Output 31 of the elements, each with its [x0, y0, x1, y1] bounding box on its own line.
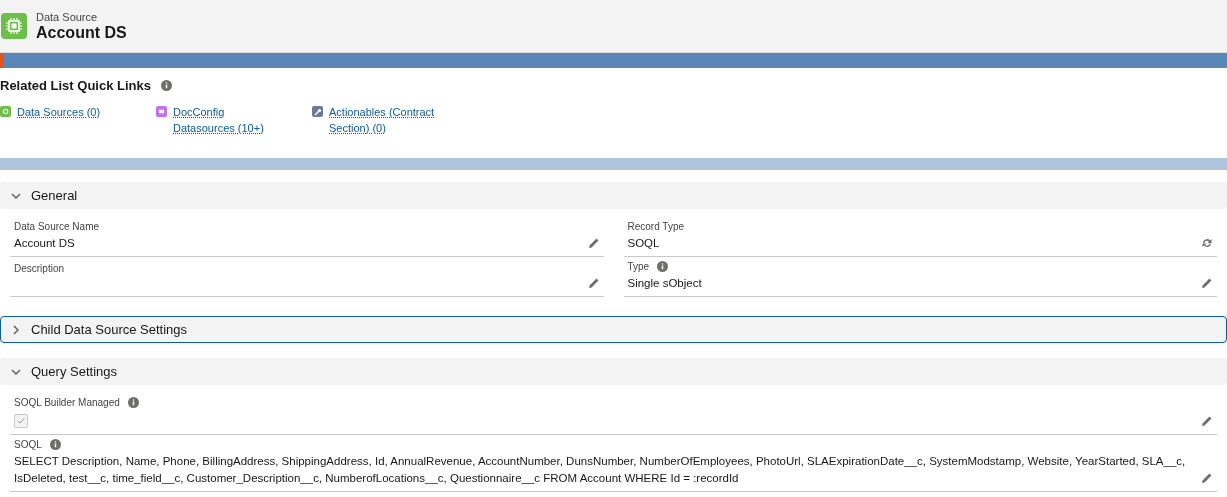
field-value: SELECT Description, Name, Phone, BillingAddress, ShippingAddress, Id, AnnualRevenue, AccountNumber, DunsNumber, NumberOfEmployees, PhotoUrl, SLAExpirationDate__c, SystemModstamp, Website, YearStarted, SLA__c, IsDeleted, test__c, time_field__c, Customer_Description__c, NumberofLocations__c, Questionnaire__c FROM Account WHERE Id = :recordId [14, 454, 1187, 486]
quick-link[interactable]: Data Sources (0) [17, 104, 129, 120]
pencil-icon[interactable] [1201, 415, 1213, 427]
field-value: SOQL [627, 236, 661, 251]
field-label: Record Type [627, 221, 684, 232]
tab-marker [0, 53, 4, 68]
field-label: Data Source Name [14, 221, 100, 232]
pencil-icon[interactable] [1201, 472, 1213, 484]
info-icon[interactable] [161, 80, 172, 91]
info-icon[interactable] [127, 397, 139, 408]
object-label: Data Source [36, 10, 99, 23]
field-label: Description [14, 263, 65, 274]
field-label: Type [627, 261, 650, 272]
field-label: SOQL Builder Managed [14, 397, 120, 408]
record-title: Account DS [36, 23, 127, 42]
field-value: Single sObject [627, 276, 703, 291]
info-icon[interactable] [49, 439, 61, 450]
quick-link[interactable]: DocConfig Datasources (10+) [173, 104, 285, 136]
field-label: SOQL [14, 439, 42, 450]
section-header[interactable]: Query Settings [0, 358, 1227, 385]
quick-links-title: Related List Quick Links [0, 78, 151, 93]
field-value: Account DS [14, 236, 76, 251]
swap-icon[interactable] [1201, 237, 1213, 249]
pencil-icon[interactable] [587, 277, 600, 289]
pencil-icon[interactable] [587, 237, 600, 249]
chevron-icon [11, 324, 21, 335]
section-header[interactable]: General [0, 182, 1227, 209]
pencil-icon[interactable] [1201, 277, 1213, 289]
info-icon[interactable] [657, 261, 669, 272]
quick-link[interactable]: Actionables (Contract Section) (0) [329, 104, 441, 136]
section-header[interactable]: Child Data Source Settings [0, 316, 1227, 343]
